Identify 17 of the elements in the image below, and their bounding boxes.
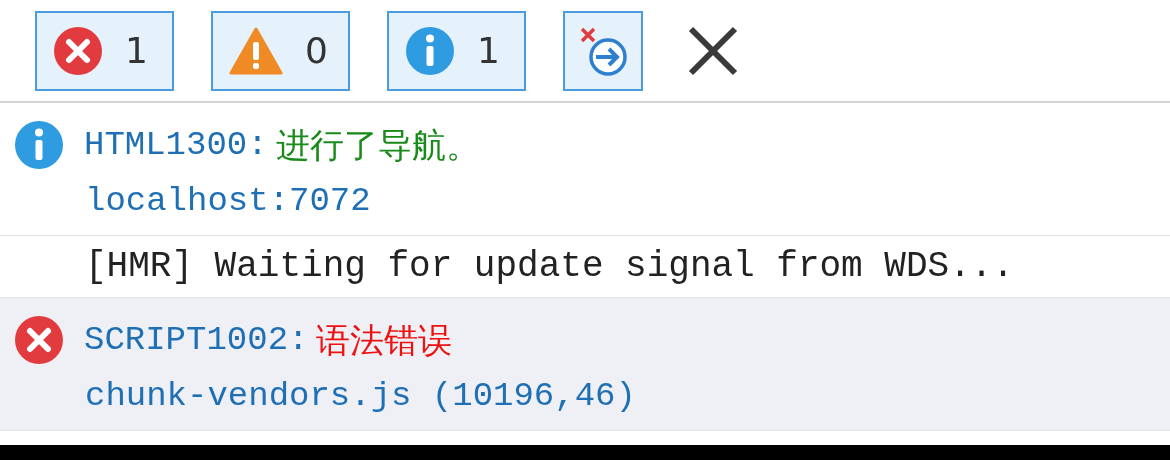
log-message: [HMR] Waiting for update signal from WDS... [85,248,1014,285]
filter-button[interactable]: 0 [211,10,350,91]
message-text: 语法错误 [316,323,453,357]
message-code: HTML1300: [84,128,268,162]
info-icon [14,120,64,170]
clear-on-navigate-button[interactable] [563,10,643,91]
message-code: SCRIPT1002: [84,323,309,357]
warning-icon [229,26,283,75]
source-link[interactable]: localhost:7072 [0,184,1170,218]
filter-button[interactable]: 1 [35,10,174,91]
filter-button[interactable]: 1 [387,10,526,91]
info-icon [405,25,455,76]
message-text: 进行了导航。 [275,128,480,162]
close-icon [687,24,739,77]
source-link[interactable]: chunk-vendors.js (10196,46) [0,379,1170,413]
error-icon [14,315,64,365]
error-icon [53,25,103,76]
